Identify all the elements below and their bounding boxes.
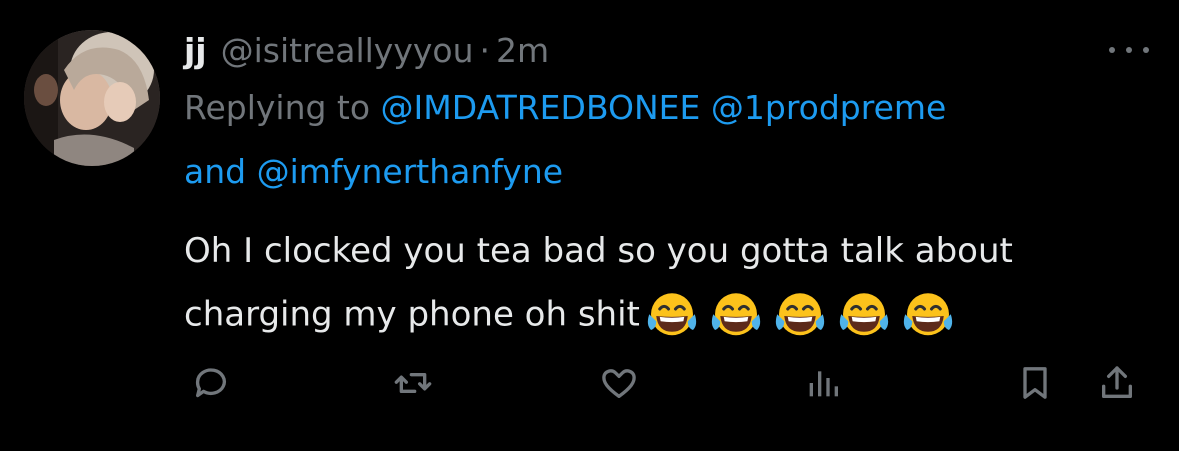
face-with-tears-of-joy-icon bbox=[775, 293, 825, 336]
bookmark-icon bbox=[1023, 367, 1047, 399]
tweet-text-line: Oh I clocked you tea bad so you gotta ta… bbox=[184, 231, 1013, 271]
more-options-button[interactable] bbox=[1109, 40, 1149, 60]
display-name[interactable]: jj bbox=[184, 26, 207, 76]
views-button[interactable] bbox=[795, 355, 851, 411]
more-dot-icon bbox=[1126, 47, 1132, 53]
like-icon bbox=[602, 369, 636, 398]
more-dot-icon bbox=[1143, 47, 1149, 53]
retweet-button[interactable] bbox=[385, 355, 441, 411]
tweet[interactable]: jj @isitreallyyyou · 2m Replying to @IMD… bbox=[0, 0, 1179, 451]
avatar-image bbox=[24, 30, 160, 166]
more-dot-icon bbox=[1109, 47, 1115, 53]
reply-icon bbox=[195, 368, 226, 398]
avatar[interactable] bbox=[24, 30, 160, 166]
mention-link[interactable]: @imfynerthanfyne bbox=[257, 152, 563, 191]
reply-button[interactable] bbox=[183, 355, 239, 411]
like-button[interactable] bbox=[591, 355, 647, 411]
mention-joiner[interactable]: and bbox=[184, 152, 246, 191]
bookmark-button[interactable] bbox=[1007, 355, 1063, 411]
tweet-actions bbox=[0, 355, 1179, 411]
user-handle[interactable]: @isitreallyyyou bbox=[221, 26, 474, 76]
face-with-tears-of-joy-icon bbox=[903, 293, 953, 336]
face-with-tears-of-joy-icon bbox=[711, 293, 761, 336]
retweet-icon bbox=[394, 373, 432, 393]
share-button[interactable] bbox=[1089, 355, 1145, 411]
timestamp[interactable]: 2m bbox=[496, 26, 549, 76]
replying-label: Replying to bbox=[184, 88, 371, 127]
separator: · bbox=[479, 31, 491, 70]
face-with-tears-of-joy-icon bbox=[839, 293, 889, 336]
share-icon bbox=[1102, 366, 1132, 398]
tweet-text: Oh I clocked you tea bad so you gotta ta… bbox=[184, 226, 1159, 350]
mention-link[interactable]: @1prodpreme bbox=[711, 88, 946, 127]
replying-to: Replying to @IMDATREDBONEE @1prodpreme a… bbox=[184, 86, 1144, 214]
views-icon bbox=[809, 371, 838, 397]
face-with-tears-of-joy-icon bbox=[647, 293, 697, 336]
emoji-row bbox=[644, 288, 956, 344]
mention-link[interactable]: @IMDATREDBONEE bbox=[381, 88, 701, 127]
tweet-text-line: charging my phone oh shit bbox=[184, 294, 640, 335]
tweet-header: jj @isitreallyyyou · 2m bbox=[184, 26, 549, 76]
